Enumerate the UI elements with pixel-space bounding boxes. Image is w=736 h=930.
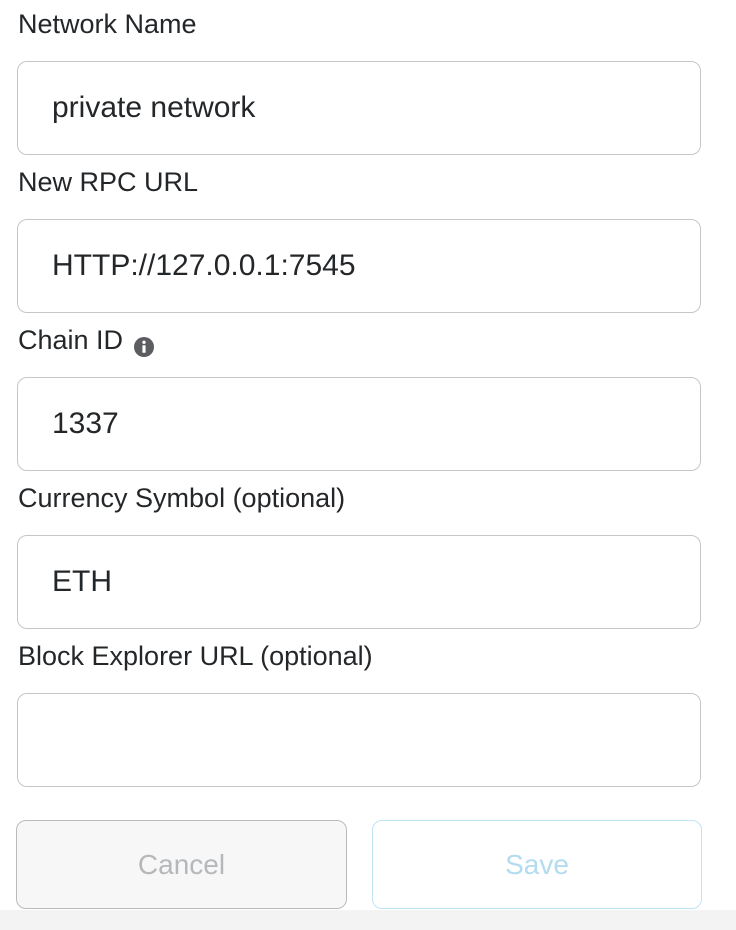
rpc-url-input[interactable] [17,219,701,313]
currency-symbol-input[interactable] [17,535,701,629]
currency-symbol-label: Currency Symbol (optional) [18,481,345,515]
currency-symbol-label-text: Currency Symbol (optional) [18,483,346,513]
block-explorer-url-label-text: Block Explorer URL (optional) [18,641,373,671]
block-explorer-url-input[interactable] [17,693,701,787]
network-name-label: Network Name [18,7,197,41]
save-button[interactable]: Save [372,820,702,909]
chain-id-input[interactable] [17,377,701,471]
chain-id-label-text: Chain ID [18,325,124,355]
block-explorer-url-label: Block Explorer URL (optional) [18,639,373,673]
network-name-label-text: Network Name [18,9,197,39]
info-icon[interactable] [134,331,155,357]
rpc-url-label: New RPC URL [18,165,198,199]
cancel-button[interactable]: Cancel [16,820,347,909]
rpc-url-label-text: New RPC URL [18,167,199,197]
bottom-strip [0,910,736,930]
network-name-input[interactable] [17,61,701,155]
chain-id-label: Chain ID [18,323,155,357]
